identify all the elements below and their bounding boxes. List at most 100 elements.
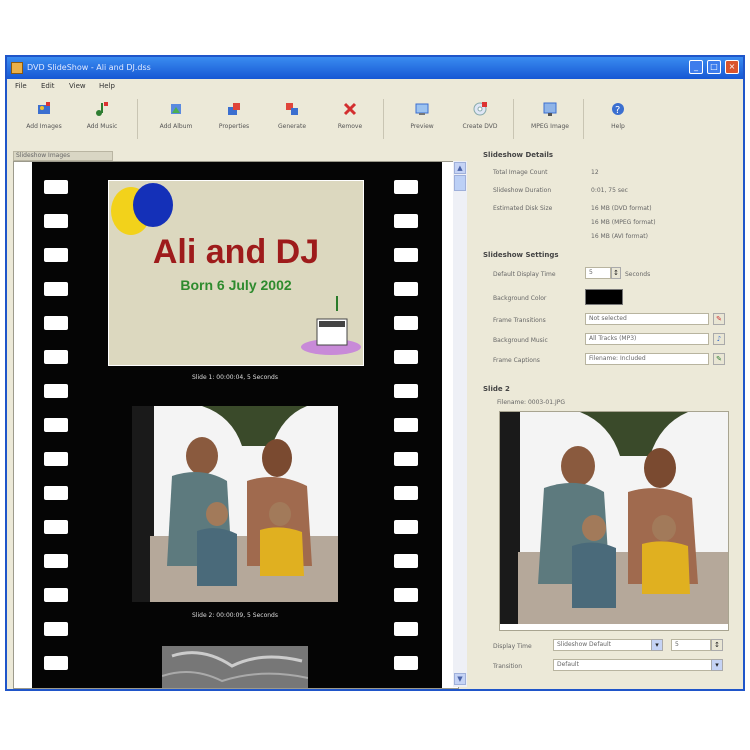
sprocket-hole <box>44 452 68 466</box>
slide-preview <box>499 411 729 631</box>
properties-icon <box>226 101 242 117</box>
preview-icon <box>414 101 430 117</box>
toolbar-separator <box>137 99 138 139</box>
generate-button[interactable]: Generate <box>265 95 319 143</box>
sprocket-hole <box>394 486 418 500</box>
scroll-down-arrow-icon[interactable]: ▼ <box>454 673 466 685</box>
menu-help[interactable]: Help <box>99 82 115 90</box>
menu-view[interactable]: View <box>69 82 86 90</box>
toolbar-separator <box>583 99 584 139</box>
background-color-swatch[interactable] <box>585 289 623 305</box>
title-bar[interactable]: DVD SlideShow - Ali and DJ.dss _ □ × <box>7 57 743 79</box>
frame-transitions-edit-icon[interactable]: ✎ <box>713 313 725 325</box>
sprocket-hole <box>44 316 68 330</box>
chevron-down-icon[interactable]: ▾ <box>651 639 663 651</box>
title-slide-thumbnail[interactable]: Ali and DJ Born 6 July 2002 <box>108 180 364 366</box>
family-photo <box>132 406 338 602</box>
mpeg-image-icon <box>542 101 558 117</box>
photo-slide-thumbnail[interactable] <box>132 406 338 602</box>
preview-button[interactable]: Preview <box>395 95 449 143</box>
frame-captions-edit-icon[interactable]: ✎ <box>713 353 725 365</box>
display-time-dropdown[interactable]: Slideshow Default <box>553 639 663 651</box>
generate-icon <box>284 101 300 117</box>
sprocket-hole <box>394 520 418 534</box>
default-time-unit: Seconds <box>625 271 651 278</box>
sprocket-hole <box>44 520 68 534</box>
scroll-thumb[interactable] <box>454 175 466 191</box>
sprocket-hole <box>44 622 68 636</box>
mpeg-image-button[interactable]: MPEG Image <box>523 95 577 143</box>
sprocket-hole <box>44 554 68 568</box>
filmstrip-panel[interactable]: Ali and DJ Born 6 July 2002 Slide 1: 00:… <box>13 161 459 689</box>
add-album-button[interactable]: Add Album <box>149 95 203 143</box>
frame-transitions-field[interactable]: Not selected <box>585 313 709 325</box>
slide-photo <box>161 646 309 688</box>
sprocket-hole <box>394 180 418 194</box>
photo-slide-thumbnail[interactable] <box>161 646 309 688</box>
sprocket-hole <box>394 282 418 296</box>
sprocket-hole <box>394 452 418 466</box>
add-images-icon <box>36 101 52 117</box>
sprocket-hole <box>394 350 418 364</box>
transition-dropdown[interactable]: Default <box>553 659 719 671</box>
default-time-input[interactable]: 5 <box>585 267 611 279</box>
transition-label: Transition <box>493 663 523 670</box>
info-label: Total Image Count <box>493 169 548 176</box>
background-music-field[interactable]: All Tracks (MP3) <box>585 333 709 345</box>
default-time-spinner[interactable]: ↕ <box>611 267 621 279</box>
title-slide-subheading: Born 6 July 2002 <box>180 277 292 293</box>
background-music-edit-icon[interactable]: ♪ <box>713 333 725 345</box>
display-seconds-input[interactable]: 5 <box>671 639 711 651</box>
svg-text:?: ? <box>615 105 620 116</box>
sprocket-hole <box>394 316 418 330</box>
menu-edit[interactable]: Edit <box>41 82 55 90</box>
remove-button[interactable]: Remove <box>323 95 377 143</box>
minimize-button[interactable]: _ <box>689 60 703 74</box>
sprocket-hole <box>44 418 68 432</box>
sprocket-hole <box>394 554 418 568</box>
sprocket-hole <box>44 214 68 228</box>
frame-captions-field[interactable]: Filename: Included <box>585 353 709 365</box>
title-slide-art <box>111 183 361 355</box>
slideshow-details-header: Slideshow Details <box>483 151 554 159</box>
info-value: 12 <box>591 169 599 176</box>
info-label: Estimated Disk Size <box>493 205 553 212</box>
remove-icon <box>342 101 358 117</box>
create-dvd-button[interactable]: Create DVD <box>453 95 507 143</box>
sprocket-hole <box>44 486 68 500</box>
default-time-label: Default Display Time <box>493 271 556 278</box>
display-seconds-spinner[interactable]: ↕ <box>711 639 723 651</box>
add-music-button[interactable]: Add Music <box>75 95 129 143</box>
title-slide-heading: Ali and DJ <box>152 233 320 271</box>
info-value: 0:01, 75 sec <box>591 187 628 194</box>
sprocket-hole <box>394 214 418 228</box>
scroll-up-arrow-icon[interactable]: ▲ <box>454 162 466 174</box>
add-music-icon <box>94 101 110 117</box>
toolbar-separator <box>383 99 384 139</box>
add-images-button[interactable]: Add Images <box>17 95 71 143</box>
slide-header: Slide 2 <box>483 385 510 393</box>
sprocket-hole <box>394 248 418 262</box>
menu-file[interactable]: File <box>15 82 27 90</box>
sprocket-hole <box>44 588 68 602</box>
help-button[interactable]: ? Help <box>591 95 645 143</box>
properties-button[interactable]: Properties <box>207 95 261 143</box>
sprocket-hole <box>394 588 418 602</box>
display-time-label: Display Time <box>493 643 532 650</box>
slide-preview-photo <box>500 412 728 624</box>
toolbar: Add Images Add Music Add Album Propertie… <box>11 95 739 147</box>
tab-slideshow-images[interactable]: Slideshow Images <box>13 151 113 161</box>
chevron-down-icon[interactable]: ▾ <box>711 659 723 671</box>
close-button[interactable]: × <box>725 60 739 74</box>
filmstrip-scrollbar[interactable]: ▲ ▼ <box>453 161 467 687</box>
maximize-button[interactable]: □ <box>707 60 721 74</box>
background-music-label: Background Music <box>493 337 548 344</box>
menu-bar: File Edit View Help <box>7 79 743 93</box>
sprocket-hole <box>394 622 418 636</box>
frame-captions-label: Frame Captions <box>493 357 540 364</box>
toolbar-separator <box>513 99 514 139</box>
create-dvd-icon <box>472 101 488 117</box>
sprocket-hole <box>394 418 418 432</box>
sprocket-hole <box>44 384 68 398</box>
sprocket-hole <box>44 180 68 194</box>
